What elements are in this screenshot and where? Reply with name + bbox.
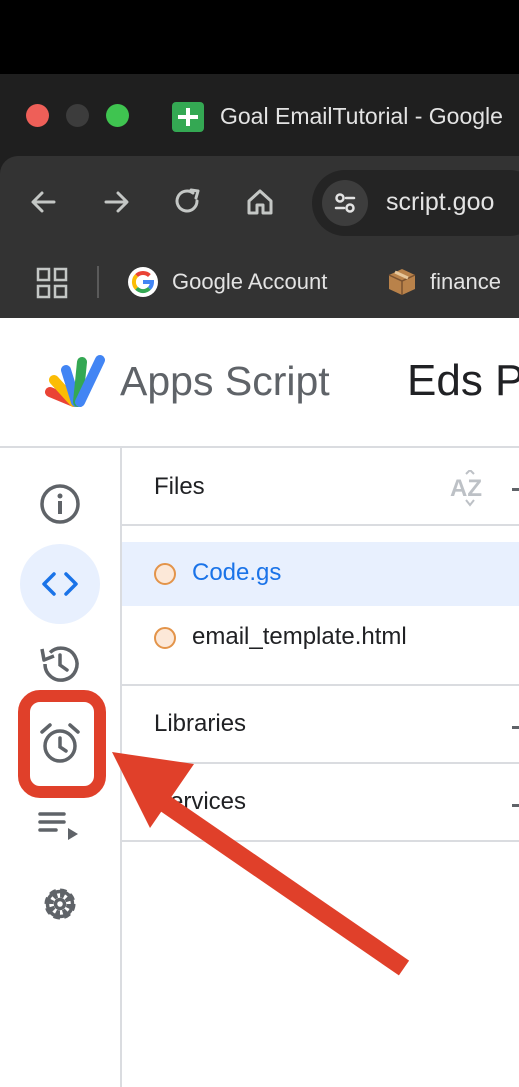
libraries-add-handle[interactable] [512, 726, 519, 729]
files-more-handle[interactable] [512, 488, 519, 491]
code-brackets-icon[interactable] [36, 560, 84, 608]
services-add-handle[interactable] [512, 804, 519, 807]
window-minimize-button[interactable] [66, 104, 89, 127]
forward-arrow-icon[interactable] [96, 182, 136, 222]
sort-az-label: AZ [450, 475, 482, 502]
triggers-highlight-box [18, 690, 106, 798]
history-icon[interactable] [36, 640, 84, 688]
back-arrow-icon[interactable] [24, 182, 64, 222]
sheets-favicon-icon [172, 102, 204, 132]
window-zoom-button[interactable] [106, 104, 129, 127]
url-text[interactable]: script.goo [386, 188, 494, 217]
bookmark-google-account[interactable]: Google Account [172, 269, 327, 295]
site-info-icon[interactable] [322, 180, 368, 226]
services-header[interactable]: Services [154, 788, 246, 816]
file-name: Code.gs [192, 559, 282, 586]
home-icon[interactable] [240, 182, 280, 222]
sort-az-icon[interactable]: AZ [448, 468, 492, 510]
google-logo-icon [128, 267, 158, 297]
files-section-divider [122, 684, 519, 686]
window-close-button[interactable] [26, 104, 49, 127]
file-row-email-template[interactable]: email_template.html [122, 606, 519, 670]
app-title: Apps Script [120, 358, 330, 404]
project-title[interactable]: Eds P [407, 356, 519, 406]
services-divider [122, 840, 519, 842]
apps-grid-icon[interactable] [36, 267, 68, 299]
files-header-divider [122, 524, 519, 526]
file-status-dot-icon [154, 627, 176, 649]
screen-top-bar [0, 0, 519, 74]
playlist-icon[interactable] [36, 802, 84, 850]
libraries-header[interactable]: Libraries [154, 710, 246, 738]
apps-script-logo-icon [44, 352, 110, 408]
file-name: email_template.html [192, 623, 407, 650]
package-box-icon [386, 266, 418, 298]
libraries-divider [122, 762, 519, 764]
files-header: Files [154, 473, 205, 500]
bookmark-finance[interactable]: finance [430, 269, 501, 295]
file-status-dot-icon [154, 563, 176, 585]
file-row-code-gs[interactable]: Code.gs [122, 542, 519, 606]
reload-icon[interactable] [168, 182, 208, 222]
toolbar-corner [0, 156, 40, 176]
tab-title[interactable]: Goal EmailTutorial - Google [220, 103, 503, 130]
bookmarks-divider [97, 266, 99, 298]
gear-icon[interactable] [36, 880, 84, 928]
info-icon[interactable] [36, 480, 84, 528]
